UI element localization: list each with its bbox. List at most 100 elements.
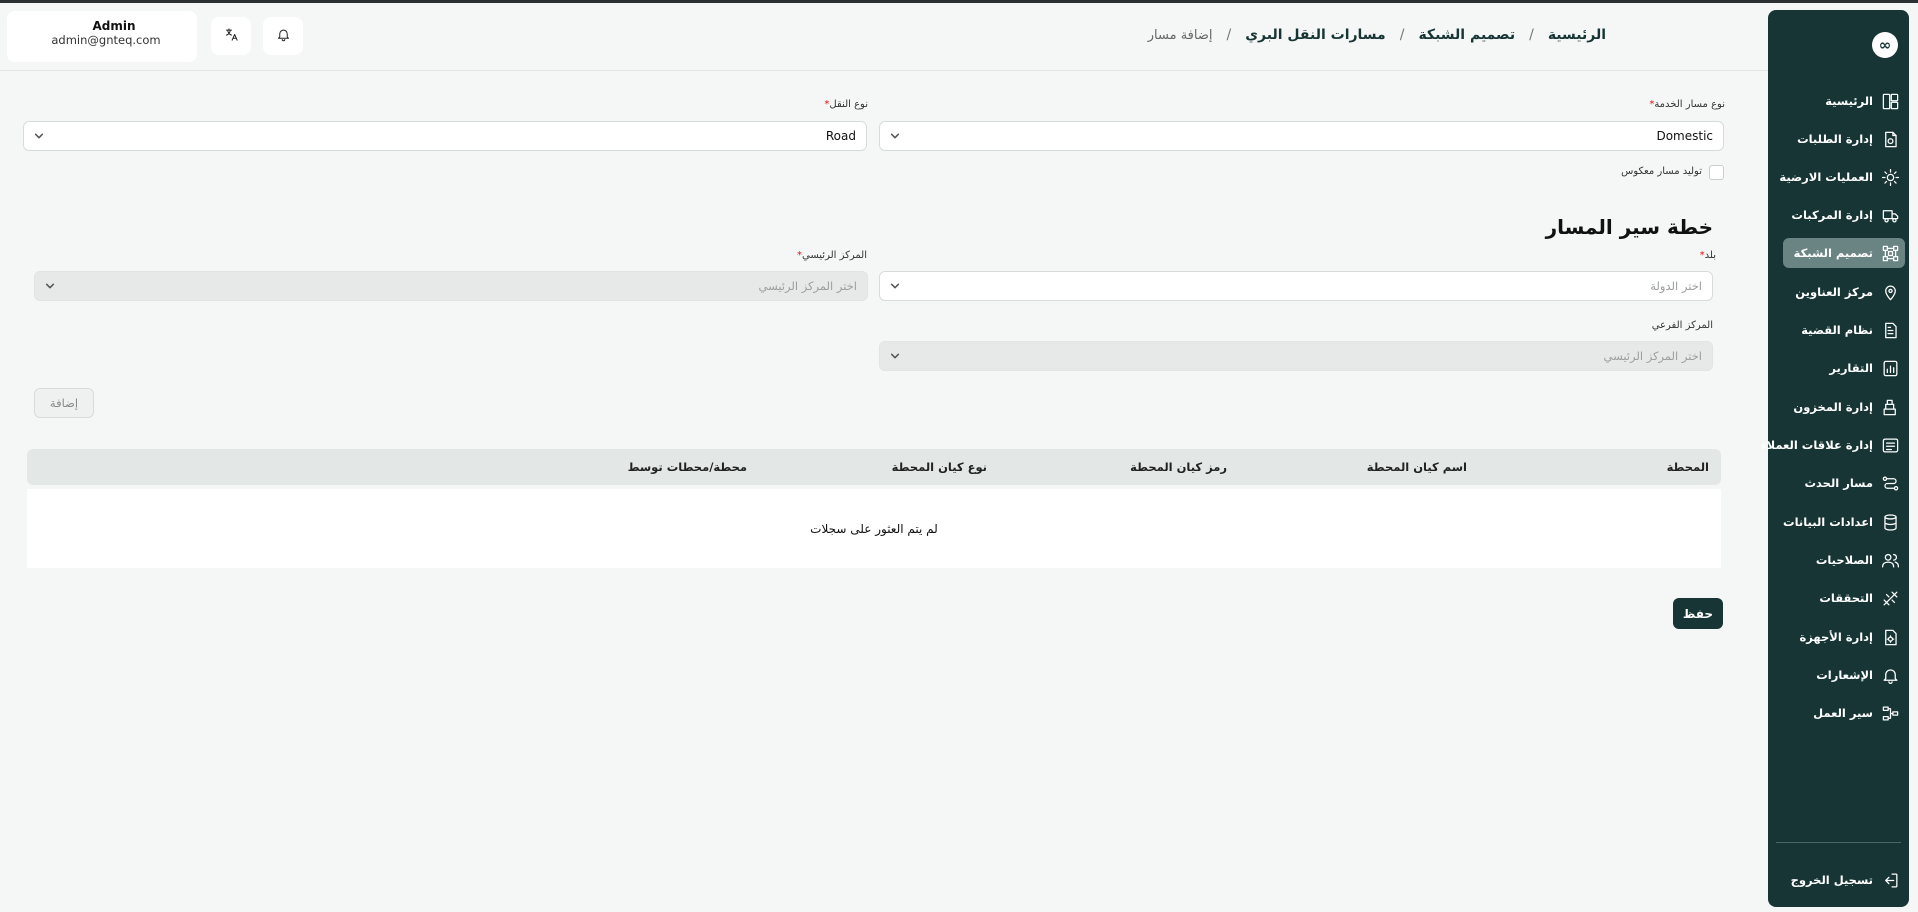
- country-select[interactable]: اختر الدولة: [879, 271, 1713, 301]
- sidebar-item-orders[interactable]: إدارة الطلبات: [1783, 124, 1905, 154]
- column-station: المحطة: [1666, 460, 1709, 474]
- sidebar-item-label: إدارة الطلبات: [1797, 132, 1873, 146]
- route-plan-title: خطة سير المسار: [1545, 215, 1713, 239]
- sidebar-item-label: مركز العناوين: [1795, 285, 1873, 299]
- user-email: admin@gnteq.com: [51, 33, 161, 47]
- sidebar-item-label: إدارة المركبات: [1791, 208, 1873, 222]
- transport-type-value: Road: [825, 129, 856, 143]
- reports-icon: [1879, 357, 1901, 379]
- country-label: بلد*: [1699, 250, 1716, 261]
- inventory-icon: [1879, 396, 1901, 418]
- save-button[interactable]: حفظ: [1673, 598, 1723, 629]
- sidebar-item-label: اعدادات البيانات: [1783, 515, 1873, 529]
- logout-button[interactable]: تسجيل الخروج: [1783, 865, 1905, 895]
- sidebar-item-permissions[interactable]: الصلاحيات: [1783, 545, 1905, 575]
- empty-table-message: لم يتم العثور على سجلات: [810, 521, 938, 536]
- service-route-type-select[interactable]: Domestic: [879, 121, 1724, 151]
- sidebar-item-home[interactable]: الرئيسية: [1783, 86, 1905, 116]
- sidebar: ∞ الرئيسية إدارة الطلبات العمليات الارضي…: [1761, 10, 1909, 907]
- orders-icon: [1879, 128, 1901, 150]
- sidebar-item-ground-operations[interactable]: العمليات الارضية: [1779, 162, 1905, 192]
- sidebar-item-network-design[interactable]: تصميم الشبكة: [1783, 238, 1905, 268]
- logout-label: تسجيل الخروج: [1790, 873, 1873, 887]
- chevron-down-icon: [45, 281, 55, 291]
- transport-type-select[interactable]: Road: [23, 121, 867, 151]
- sub-hub-select[interactable]: اختر المركز الرئيسي: [879, 341, 1713, 371]
- sidebar-item-validations[interactable]: التحققات: [1783, 583, 1905, 613]
- sidebar-item-label: إدارة علاقات العملاء: [1760, 438, 1873, 452]
- country-placeholder: اختر الدولة: [1650, 279, 1702, 293]
- chevron-down-icon: [34, 131, 44, 141]
- event-route-icon: [1879, 472, 1901, 494]
- reverse-route-checkbox[interactable]: [1709, 165, 1724, 180]
- column-station-entity-name: اسم كيان المحطة: [1366, 460, 1467, 474]
- breadcrumb-separator: /: [1529, 27, 1534, 43]
- logout-icon: [1879, 869, 1901, 891]
- breadcrumb-separator: /: [1226, 27, 1232, 43]
- sidebar-item-inventory[interactable]: إدارة المخزون: [1783, 392, 1905, 422]
- sidebar-divider: [1776, 842, 1901, 843]
- crm-icon: [1879, 434, 1901, 456]
- users-icon: [1879, 549, 1901, 571]
- sidebar-item-notifications[interactable]: الإشعارات: [1783, 660, 1905, 690]
- sidebar-item-reports[interactable]: التقارير: [1783, 353, 1905, 383]
- sub-hub-label: المركز الفرعي: [1651, 320, 1713, 331]
- stations-table-header: المحطة اسم كيان المحطة رمز كيان المحطة ن…: [27, 449, 1721, 485]
- case-icon: [1879, 319, 1901, 341]
- sidebar-item-event-route[interactable]: مسار الحدث: [1783, 468, 1905, 498]
- main-hub-select[interactable]: اختر المركز الرئيسي: [34, 271, 868, 301]
- truck-icon: [1879, 204, 1901, 226]
- breadcrumb: الرئيسية / تصميم الشبكة / مسارات النقل ا…: [1148, 27, 1606, 43]
- sidebar-item-label: الرئيسية: [1825, 94, 1873, 108]
- sidebar-item-data-settings[interactable]: اعدادات البيانات: [1783, 507, 1905, 537]
- service-route-type-value: Domestic: [1656, 129, 1713, 143]
- sidebar-item-label: إدارة المخزون: [1793, 400, 1873, 414]
- sidebar-item-label: إدارة الأجهزة: [1799, 630, 1873, 644]
- device-icon: [1879, 626, 1901, 648]
- dashboard-icon: [1879, 90, 1901, 112]
- chevron-down-icon: [890, 131, 900, 141]
- validation-icon: [1879, 587, 1901, 609]
- bell-icon: [276, 27, 291, 45]
- sidebar-item-label: سير العمل: [1813, 706, 1873, 720]
- sidebar-item-label: التقارير: [1829, 361, 1873, 375]
- user-name: Admin: [92, 19, 136, 33]
- breadcrumb-current: إضافة مسار: [1147, 27, 1213, 43]
- breadcrumb-home[interactable]: الرئيسية: [1548, 27, 1606, 43]
- breadcrumb-network-design[interactable]: تصميم الشبكة: [1418, 27, 1515, 43]
- sidebar-item-label: نظام القضية: [1801, 323, 1873, 337]
- sidebar-item-workflow[interactable]: سير العمل: [1783, 698, 1905, 728]
- sidebar-item-label: التحققات: [1819, 591, 1873, 605]
- location-icon: [1879, 281, 1901, 303]
- sidebar-item-case-system[interactable]: نظام القضية: [1783, 315, 1905, 345]
- language-button[interactable]: [211, 17, 251, 55]
- service-route-type-label: نوع مسار الخدمة*: [1649, 99, 1725, 110]
- top-header: Admin admin@gnteq.com الرئيسية / تصميم ا…: [0, 3, 1768, 71]
- breadcrumb-separator: /: [1399, 27, 1405, 43]
- bell-icon: [1879, 664, 1901, 686]
- sub-hub-placeholder: اختر المركز الرئيسي: [1603, 349, 1702, 363]
- chevron-down-icon: [890, 281, 900, 291]
- sidebar-item-label: الإشعارات: [1816, 668, 1873, 682]
- user-profile-card[interactable]: Admin admin@gnteq.com: [7, 11, 197, 62]
- app-logo[interactable]: ∞: [1872, 32, 1898, 58]
- sidebar-item-label: تصميم الشبكة: [1793, 246, 1873, 260]
- add-station-button[interactable]: إضافة: [34, 388, 94, 418]
- sidebar-item-label: العمليات الارضية: [1779, 170, 1873, 184]
- sidebar-item-address-center[interactable]: مركز العناوين: [1783, 277, 1905, 307]
- main-hub-label: المركز الرئيسي*: [797, 250, 867, 261]
- breadcrumb-land-routes[interactable]: مسارات النقل البري: [1245, 27, 1386, 43]
- transport-type-label: نوع النقل*: [824, 99, 868, 110]
- sidebar-item-devices[interactable]: إدارة الأجهزة: [1783, 622, 1905, 652]
- sidebar-item-vehicles[interactable]: إدارة المركبات: [1783, 200, 1905, 230]
- main-hub-placeholder: اختر المركز الرئيسي: [758, 279, 857, 293]
- notifications-button[interactable]: [263, 17, 303, 55]
- sidebar-item-label: مسار الحدث: [1804, 476, 1873, 490]
- column-station-entity-type: نوع كيان المحطة: [891, 460, 987, 474]
- column-intermediate-stations: محطة/محطات توسط: [627, 460, 747, 474]
- network-icon: [1879, 242, 1901, 264]
- database-icon: [1879, 511, 1901, 533]
- reverse-route-label: توليد مسار معكوس: [1621, 166, 1702, 177]
- workflow-icon: [1879, 702, 1901, 724]
- sidebar-item-crm[interactable]: إدارة علاقات العملاء: [1761, 430, 1905, 460]
